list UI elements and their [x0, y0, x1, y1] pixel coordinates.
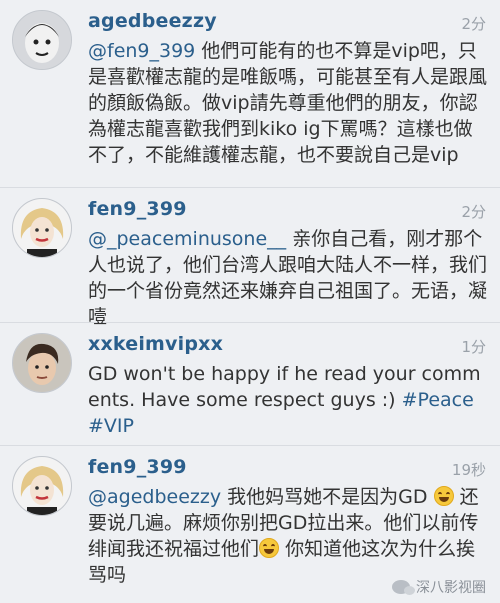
username[interactable]: agedbeezzy [88, 10, 217, 32]
avatar[interactable] [12, 333, 72, 393]
comment-item: fen9_399 2分 @_peaceminusone__ 亲你自己看，刚才那个… [0, 188, 500, 328]
watermark-text: 深八影视圈 [416, 580, 486, 596]
comment-item: fen9_399 19秒 @agedbeezzy 我他妈骂她不是因为GD 还要说… [0, 446, 500, 603]
mention-link[interactable]: @agedbeezzy [88, 486, 221, 508]
timestamp: 2分 [461, 203, 486, 221]
avatar-image [13, 11, 71, 69]
comment-item: agedbeezzy 2分 @fen9_399 他們可能有的也不算是vip吧，只… [0, 0, 500, 188]
username[interactable]: fen9_399 [88, 198, 187, 220]
mention-link[interactable]: @_peaceminusone__ [88, 228, 286, 250]
username[interactable]: xxkeimvipxx [88, 333, 223, 355]
avatar[interactable] [12, 198, 72, 258]
laughing-emoji-icon [259, 538, 280, 558]
comment-text: @_peaceminusone__ 亲你自己看，刚才那个人也说了，他们台湾人跟咱… [88, 226, 488, 330]
avatar-image [13, 334, 71, 392]
avatar[interactable] [12, 10, 72, 70]
timestamp: 19秒 [451, 461, 486, 479]
comment-item: xxkeimvipxx 1分 GD won't be happy if he r… [0, 323, 500, 446]
comment-body: 我他妈骂她不是因为GD [221, 486, 428, 508]
laughing-emoji-icon [433, 486, 454, 506]
comment-text: @fen9_399 他們可能有的也不算是vip吧，只是喜歡權志龍的是唯飯嗎，可能… [88, 38, 488, 168]
timestamp: 1分 [461, 338, 486, 356]
avatar-image [13, 199, 71, 257]
timestamp: 2分 [461, 15, 486, 33]
mention-link[interactable]: @fen9_399 [88, 40, 195, 62]
username[interactable]: fen9_399 [88, 456, 187, 478]
comment-text: @agedbeezzy 我他妈骂她不是因为GD 还要说几遍。麻烦你别把GD拉出来… [88, 484, 488, 588]
avatar-image [13, 457, 71, 515]
comment-feed: agedbeezzy 2分 @fen9_399 他們可能有的也不算是vip吧，只… [0, 0, 500, 603]
comment-text: GD won't be happy if he read your commen… [88, 361, 488, 439]
watermark: 深八影视圈 [392, 577, 486, 597]
wechat-icon [392, 580, 415, 595]
avatar[interactable] [12, 456, 72, 516]
